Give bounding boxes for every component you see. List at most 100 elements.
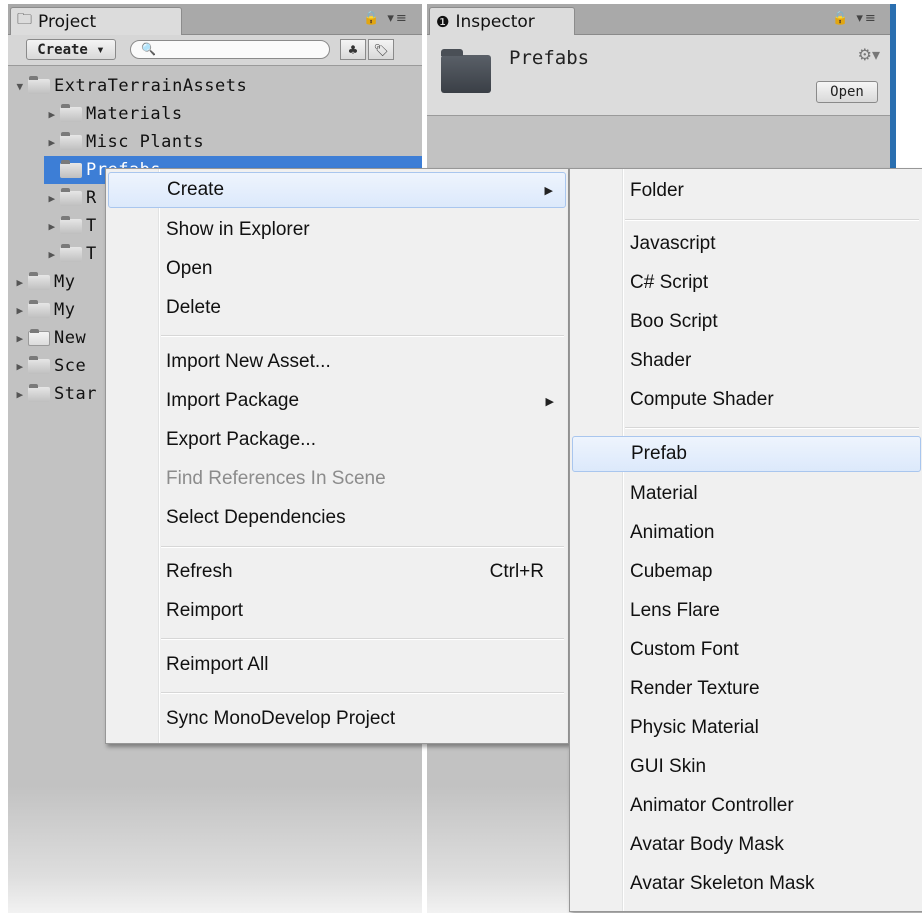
collapsed-arrow-icon[interactable]: ▶ [12, 388, 28, 401]
submenu-arrow-icon: ▶ [545, 395, 554, 408]
menu-item-open[interactable]: Open [108, 251, 566, 287]
submenu-item-folder[interactable]: Folder [572, 173, 921, 209]
tree-item-label: T [86, 216, 97, 236]
menu-item-reimport[interactable]: Reimport [108, 593, 566, 629]
submenu-item-custom-font[interactable]: Custom Font [572, 632, 921, 668]
menu-item-label: Sync MonoDevelop Project [166, 708, 396, 729]
menu-item-label: Import Package [166, 390, 300, 411]
menu-item-sync-monodevelop[interactable]: Sync MonoDevelop Project [108, 701, 566, 737]
submenu-item-animator-controller[interactable]: Animator Controller [572, 788, 921, 824]
menu-item-label: Javascript [630, 233, 716, 254]
collapsed-arrow-icon[interactable]: ▶ [12, 276, 28, 289]
submenu-item-avatar-body-mask[interactable]: Avatar Body Mask [572, 827, 921, 863]
tree-item-extraterrainassets[interactable]: ▼ ExtraTerrainAssets [12, 72, 247, 100]
collapsed-arrow-icon[interactable]: ▶ [44, 108, 60, 121]
tree-item-label: R [86, 188, 97, 208]
menu-item-show-in-explorer[interactable]: Show in Explorer [108, 212, 566, 248]
tree-item-sce[interactable]: ▶ Sce [12, 352, 86, 380]
submenu-item-physic-material[interactable]: Physic Material [572, 710, 921, 746]
menu-item-label: Physic Material [630, 717, 759, 738]
expanded-arrow-icon[interactable]: ▼ [12, 80, 28, 93]
folder-icon [28, 383, 50, 402]
tree-item-misc-plants[interactable]: ▶ Misc Plants [44, 128, 204, 156]
filter-by-type-icon[interactable]: ♣ [340, 39, 366, 60]
tree-item-materials[interactable]: ▶ Materials [44, 100, 183, 128]
folder-tab-icon: 🗀 [17, 10, 33, 28]
tree-item-my2[interactable]: ▶ My [12, 296, 75, 324]
tree-item-label: T [86, 244, 97, 264]
menu-item-label: Find References In Scene [166, 468, 386, 489]
menu-item-select-dependencies[interactable]: Select Dependencies [108, 500, 566, 536]
menu-item-create[interactable]: Create ▶ [108, 172, 566, 208]
folder-icon [60, 215, 82, 234]
tree-item-my1[interactable]: ▶ My [12, 268, 75, 296]
menu-item-import-new-asset[interactable]: Import New Asset... [108, 344, 566, 380]
menu-item-label: Custom Font [630, 639, 739, 660]
submenu-item-cubemap[interactable]: Cubemap [572, 554, 921, 590]
menu-item-export-package[interactable]: Export Package... [108, 422, 566, 458]
submenu-item-compute-shader[interactable]: Compute Shader [572, 382, 921, 418]
submenu-item-javascript[interactable]: Javascript [572, 226, 921, 262]
menu-item-reimport-all[interactable]: Reimport All [108, 647, 566, 683]
submenu-item-gui-skin[interactable]: GUI Skin [572, 749, 921, 785]
collapsed-arrow-icon[interactable]: ▶ [44, 136, 60, 149]
tree-item-t1[interactable]: ▶ T [44, 212, 97, 240]
menu-item-label: Show in Explorer [166, 219, 310, 240]
filter-by-label-icon[interactable]: 🏷 [368, 39, 394, 60]
tree-item-label: My [54, 300, 76, 320]
submenu-item-prefab[interactable]: Prefab [572, 436, 921, 472]
folder-icon [60, 103, 82, 122]
create-dropdown-button[interactable]: Create ▾ [26, 39, 116, 60]
tree-item-t2[interactable]: ▶ T [44, 240, 97, 268]
menu-item-label: C# Script [630, 272, 709, 293]
menu-separator [161, 638, 564, 640]
submenu-item-shader[interactable]: Shader [572, 343, 921, 379]
search-input[interactable]: 🔍 [130, 40, 330, 59]
gear-icon[interactable]: ⚙▾ [858, 45, 880, 64]
tab-inspector[interactable]: ❶ Inspector [429, 7, 575, 35]
menu-item-label: Folder [630, 180, 684, 201]
collapsed-arrow-icon[interactable]: ▶ [44, 192, 60, 205]
lock-icon[interactable]: 🔒 ▾≡ [363, 11, 409, 26]
create-submenu: Folder Javascript C# Script Boo Script S… [569, 168, 922, 912]
submenu-item-material[interactable]: Material [572, 476, 921, 512]
empty-folder-icon [28, 328, 50, 346]
menu-item-label: Reimport All [166, 654, 269, 675]
menu-item-refresh[interactable]: Refresh Ctrl+R [108, 554, 566, 590]
collapsed-arrow-icon[interactable]: ▶ [44, 220, 60, 233]
collapsed-arrow-icon[interactable]: ▶ [12, 360, 28, 373]
submenu-item-render-texture[interactable]: Render Texture [572, 671, 921, 707]
menu-item-label: Compute Shader [630, 389, 774, 410]
menu-item-label: Reimport [166, 600, 244, 621]
submenu-item-animation[interactable]: Animation [572, 515, 921, 551]
tree-item-star[interactable]: ▶ Star [12, 380, 97, 408]
tree-item-new[interactable]: ▶ New [12, 324, 86, 352]
lock-icon[interactable]: 🔒 ▾≡ [832, 11, 878, 26]
tab-project[interactable]: 🗀 Project [10, 7, 182, 35]
menu-item-import-package[interactable]: Import Package ▶ [108, 383, 566, 419]
collapsed-arrow-icon[interactable]: ▶ [12, 332, 28, 345]
collapsed-arrow-icon[interactable]: ▶ [44, 248, 60, 261]
menu-item-label: Cubemap [630, 561, 713, 582]
submenu-item-lens-flare[interactable]: Lens Flare [572, 593, 921, 629]
tree-item-label: New [54, 328, 87, 348]
submenu-item-avatar-skeleton-mask[interactable]: Avatar Skeleton Mask [572, 866, 921, 902]
submenu-item-csharp-script[interactable]: C# Script [572, 265, 921, 301]
menu-item-label: Delete [166, 297, 221, 318]
menu-item-label: Create [167, 179, 225, 200]
collapsed-arrow-icon[interactable]: ▶ [12, 304, 28, 317]
menu-item-find-references: Find References In Scene [108, 461, 566, 497]
menu-item-shortcut: Ctrl+R [489, 561, 544, 582]
menu-item-delete[interactable]: Delete [108, 290, 566, 326]
tree-item-r[interactable]: ▶ R [44, 184, 97, 212]
folder-icon [28, 299, 50, 318]
folder-icon [441, 49, 491, 93]
menu-item-label: Material [630, 483, 698, 504]
project-toolbar: Create ▾ 🔍 ♣ 🏷 [8, 35, 422, 66]
menu-item-label: Refresh [166, 561, 233, 582]
open-button[interactable]: Open [816, 81, 878, 103]
submenu-item-boo-script[interactable]: Boo Script [572, 304, 921, 340]
tree-item-label: Star [54, 384, 97, 404]
tree-item-label: Materials [86, 104, 183, 124]
folder-icon [60, 131, 82, 150]
